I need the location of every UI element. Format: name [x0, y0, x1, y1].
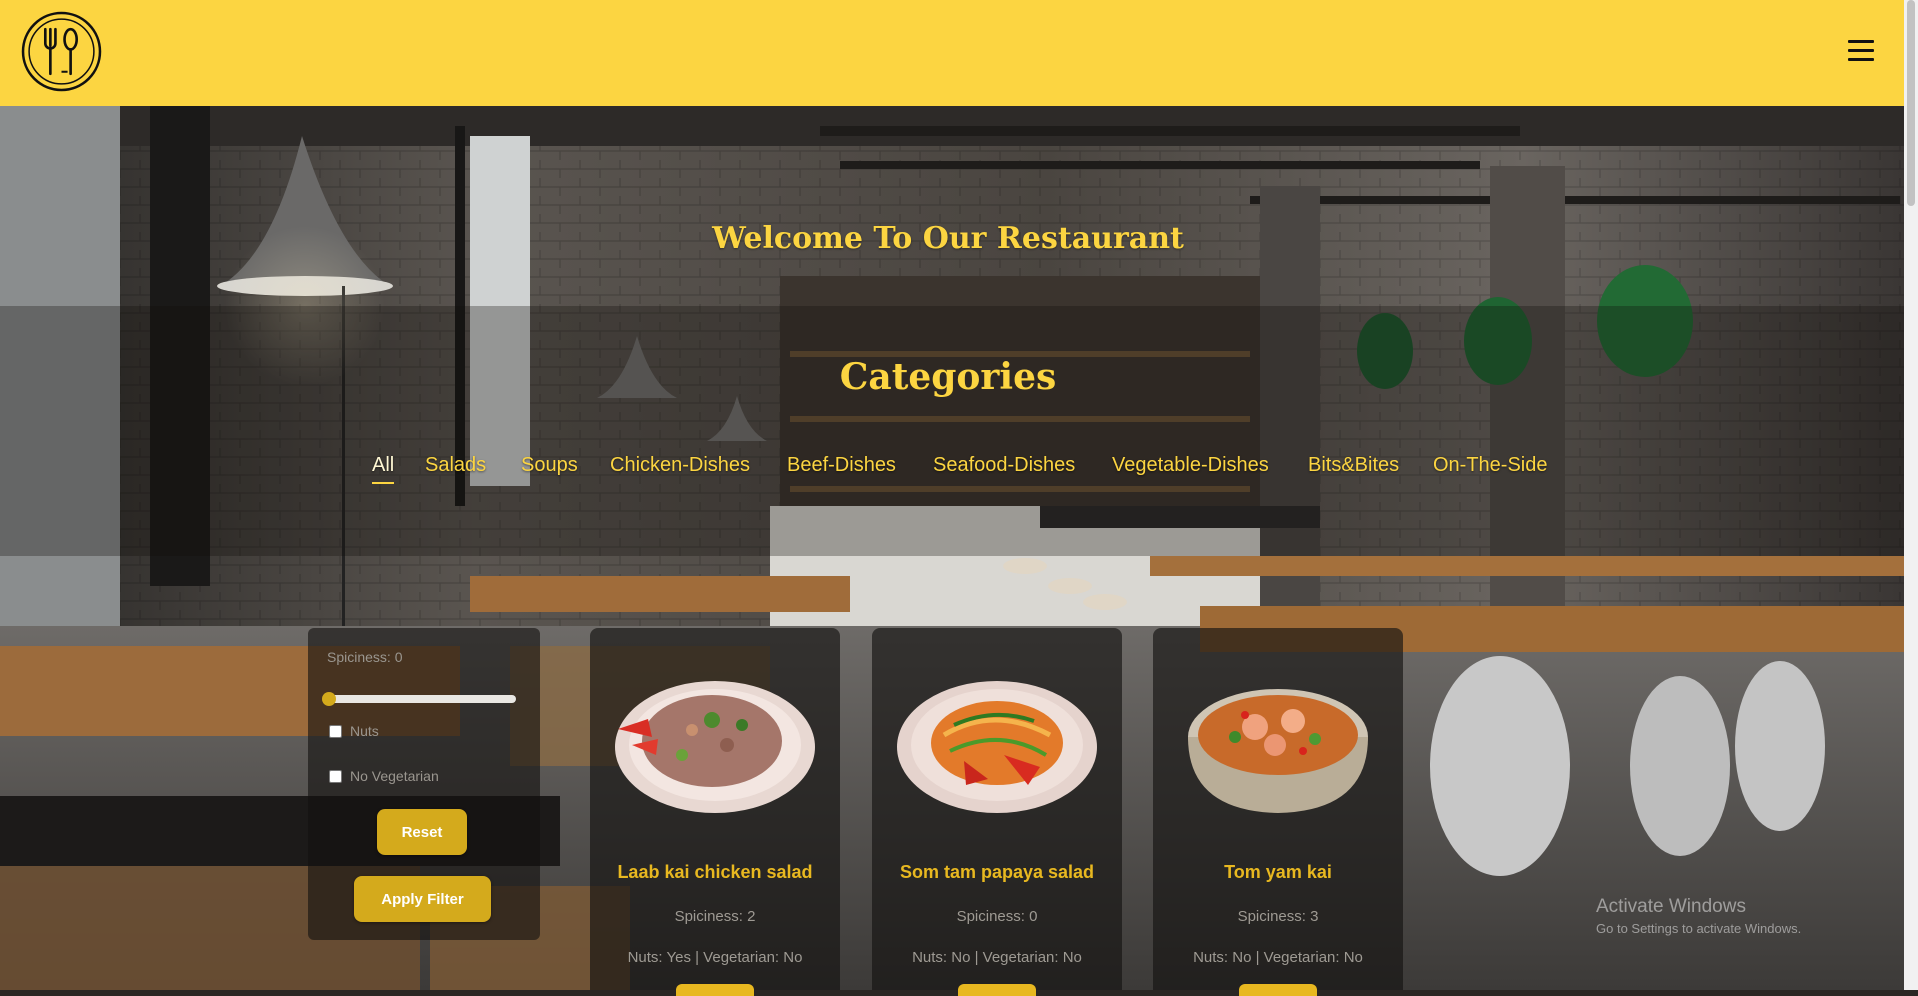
dish-spiciness: Spiciness: 0 [956, 908, 1038, 925]
nuts-checkbox[interactable] [329, 725, 342, 738]
welcome-title: Welcome To Our Restaurant [712, 221, 1184, 256]
dish-action-button[interactable] [958, 984, 1036, 996]
no-vegetarian-label: No Vegetarian [350, 768, 439, 784]
spiciness-slider-thumb[interactable] [322, 692, 336, 706]
tom-yam-dish-image [1188, 689, 1368, 813]
spiciness-label: Spiciness: 0 [327, 649, 403, 665]
activate-windows-title: Activate Windows [1596, 896, 1746, 917]
dish-action-button[interactable] [676, 984, 754, 996]
dish-spiciness: Spiciness: 3 [1237, 908, 1319, 925]
tab-bits-bites[interactable]: Bits&Bites [1308, 454, 1399, 477]
som-tam-dish-image [897, 681, 1097, 813]
spiciness-slider[interactable] [322, 692, 516, 706]
page-scrollbar[interactable] [1904, 0, 1918, 990]
top-header [0, 0, 1904, 106]
activate-windows-watermark: Activate Windows Go to Settings to activ… [1596, 896, 1801, 936]
tab-chicken-dishes[interactable]: Chicken-Dishes [610, 454, 750, 477]
apply-filter-button[interactable]: Apply Filter [354, 876, 491, 922]
tab-beef-dishes[interactable]: Beef-Dishes [787, 454, 896, 477]
dish-name: Laab kai chicken salad [617, 862, 813, 882]
tab-seafood-dishes[interactable]: Seafood-Dishes [933, 454, 1075, 477]
dish-name: Som tam papaya salad [899, 862, 1095, 882]
no-vegetarian-checkbox[interactable] [329, 770, 342, 783]
dish-card: Tom yam kai Spiciness: 3 Nuts: No | Vege… [1153, 628, 1403, 996]
activate-windows-subtitle: Go to Settings to activate Windows. [1596, 921, 1802, 936]
dish-attributes: Nuts: No | Vegetarian: No [912, 949, 1082, 966]
dish-attributes: Nuts: Yes | Vegetarian: No [627, 949, 803, 966]
tab-vegetable-dishes[interactable]: Vegetable-Dishes [1112, 454, 1269, 477]
dish-card: Som tam papaya salad Spiciness: 0 Nuts: … [872, 628, 1122, 996]
filter-panel: Spiciness: 0 Nuts No Vegetarian Reset Ap… [308, 628, 540, 940]
categories-band [0, 306, 1904, 556]
laab-kai-dish-image [615, 681, 815, 813]
nuts-label: Nuts [350, 723, 379, 739]
hamburger-menu-icon[interactable] [1848, 40, 1874, 62]
scrollbar-thumb[interactable] [1907, 0, 1915, 206]
dish-attributes: Nuts: No | Vegetarian: No [1193, 949, 1363, 966]
dish-spiciness: Spiciness: 2 [674, 908, 756, 925]
fork-spoon-logo-icon[interactable] [21, 11, 102, 92]
dish-card: Laab kai chicken salad Spiciness: 2 Nuts… [590, 628, 840, 996]
tab-on-the-side[interactable]: On-The-Side [1433, 454, 1548, 477]
tab-all[interactable]: All [372, 454, 395, 484]
tab-soups[interactable]: Soups [521, 454, 578, 477]
reset-button[interactable]: Reset [377, 809, 467, 855]
categories-title: Categories [839, 356, 1057, 398]
dish-name: Tom yam kai [1224, 862, 1332, 882]
dish-action-button[interactable] [1239, 984, 1317, 996]
tab-salads[interactable]: Salads [425, 454, 486, 477]
